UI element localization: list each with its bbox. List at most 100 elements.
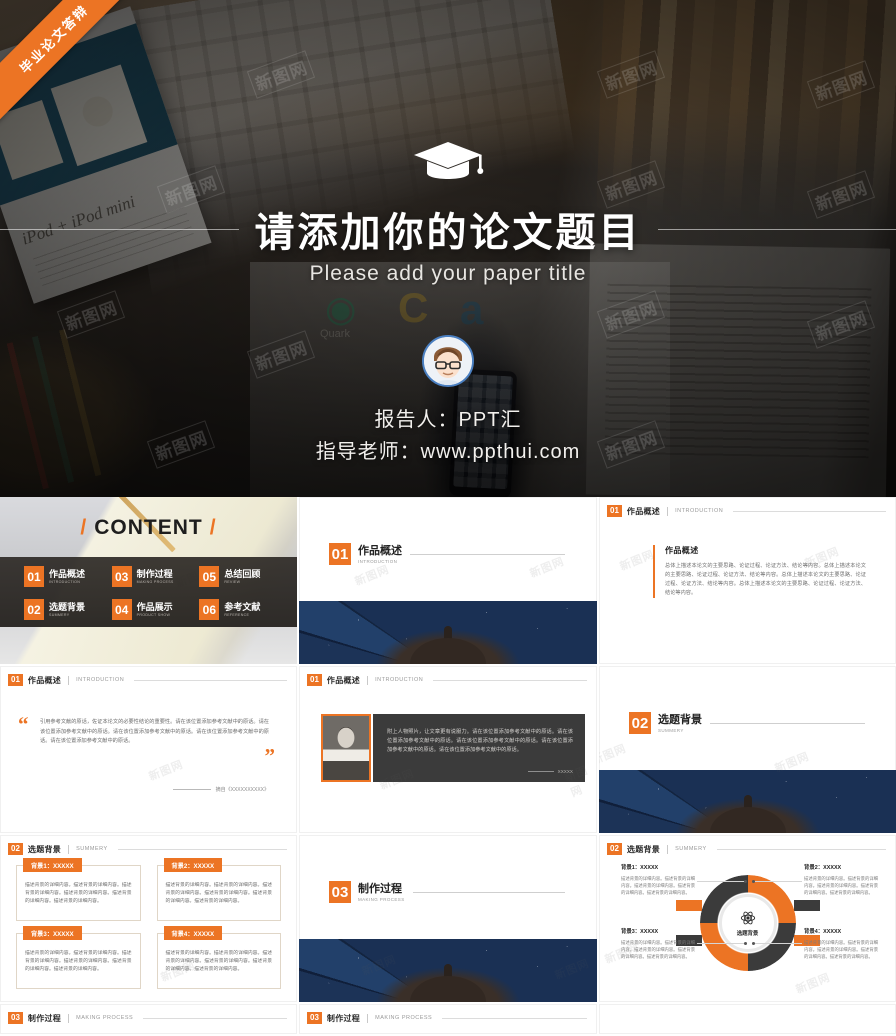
- content-item-03[interactable]: 03 制作过程MAKING PROCESS: [112, 563, 196, 590]
- box-caption: 背景4：XXXXX: [164, 926, 223, 940]
- slide-quote[interactable]: 01 作品概述 INTRODUCTION “ 引用参考文献的原话，佐证本论文的必…: [0, 666, 297, 833]
- header-label: 制作过程: [327, 1013, 360, 1024]
- leader-line-1: [697, 881, 745, 882]
- box-body: 描述背景的详细内容。描述背景的详细内容。描述背景的详细内容。描述背景的详细内容。…: [25, 882, 132, 906]
- header-label: 选题背景: [627, 844, 660, 855]
- circle-item-4[interactable]: 背景4：XXXXX 描述背景的详细内容。描述背景的详细内容。描述背景的详细内容。…: [804, 927, 878, 960]
- content-item-sublabel: PRODUCT SHOW: [137, 613, 173, 617]
- divider-rule: [710, 723, 865, 724]
- content-item-02[interactable]: 02 选题背景SUMMERY: [24, 596, 108, 623]
- content-item-sublabel: REVIEW: [224, 580, 260, 584]
- header-number: 02: [607, 843, 622, 855]
- hero-meta-block: 报告人：PPT汇 指导老师：www.ppthui.com: [0, 404, 896, 468]
- slide-divider-02[interactable]: 02 选题背景 SUMMERY 新图网 新图网: [599, 666, 896, 833]
- watermark-text: 新图网: [352, 561, 391, 589]
- slide-divider-03[interactable]: 03 制作过程 MAKING PROCESS 新图网 新图网: [299, 835, 597, 1002]
- circle-item-3[interactable]: 背景3：XXXXX 描述背景的详细内容。描述背景的详细内容。描述背景的详细内容。…: [621, 927, 695, 960]
- graduation-cap-icon: [411, 140, 485, 186]
- header-number: 01: [607, 505, 622, 517]
- content-item-04[interactable]: 04 作品展示PRODUCT SHOW: [112, 596, 196, 623]
- leader-line-2: [754, 881, 802, 882]
- background-box-4[interactable]: 背景4：XXXXX 描述背景的详细内容。描述背景的详细内容。描述背景的详细内容。…: [157, 933, 282, 989]
- header-sublabel: INTRODUCTION: [76, 677, 124, 683]
- slide-header: 03 制作过程 MAKING PROCESS: [8, 1012, 287, 1024]
- umbrella-tip: [444, 626, 452, 642]
- leader-line-3: [697, 943, 745, 944]
- background-box-1[interactable]: 背景1：XXXXX 描述背景的详细内容。描述背景的详细内容。描述背景的详细内容。…: [16, 865, 141, 921]
- watermark-text: 新图网: [146, 756, 185, 784]
- divider-sublabel: SUMMERY: [658, 728, 702, 733]
- content-item-number: 02: [24, 599, 44, 620]
- page-subtitle: Please add your paper title: [0, 262, 896, 286]
- background-box-grid: 背景1：XXXXX 描述背景的详细内容。描述背景的详细内容。描述背景的详细内容。…: [16, 865, 281, 989]
- content-item-05[interactable]: 05 总结回顾REVIEW: [199, 563, 283, 590]
- header-number: 03: [8, 1012, 23, 1024]
- slide-circle-diagram[interactable]: 02 选题背景 SUMMERY: [599, 835, 896, 1002]
- circle-item-body: 描述背景的详细内容。描述背景的详细内容。描述背景的详细内容。描述背景的详细内容。…: [621, 939, 695, 960]
- box-body: 描述背景的详细内容。描述背景的详细内容。描述背景的详细内容。描述背景的详细内容。…: [25, 950, 132, 974]
- atom-icon: [740, 910, 756, 926]
- attribution-dash: [173, 789, 211, 790]
- slide-header: 01 作品概述 INTRODUCTION: [307, 674, 587, 686]
- portrait-body: 附上人物照片，让文章更有说服力。请在该位置添加参考文献中的原话。请在该位置添加参…: [387, 728, 573, 755]
- content-item-number: 03: [112, 566, 132, 587]
- circle-item-2[interactable]: 背景2：XXXXX 描述背景的详细内容。描述背景的详细内容。描述背景的详细内容。…: [804, 863, 878, 896]
- umbrella-hub: [710, 807, 786, 833]
- box-body: 描述背景的详细内容。描述背景的详细内容。描述背景的详细内容。描述背景的详细内容。…: [166, 882, 273, 906]
- header-sublabel: INTRODUCTION: [675, 508, 723, 514]
- slide-header: 02 选题背景 SUMMERY: [607, 843, 886, 855]
- divider-text: 制作过程 MAKING PROCESS: [358, 883, 405, 902]
- content-item-label: 制作过程: [137, 569, 174, 579]
- content-heading: /CONTENT/: [0, 516, 297, 540]
- header-rule: [733, 511, 886, 512]
- slide-partial-right[interactable]: [599, 1004, 896, 1034]
- box-body: 描述背景的详细内容。描述背景的详细内容。描述背景的详细内容。描述背景的详细内容。…: [166, 950, 273, 974]
- circle-item-title: 背景3：XXXXX: [621, 927, 695, 935]
- slide-content-overview[interactable]: /CONTENT/ 01 作品概述INTRODUCTION 03 制作过程MAK…: [0, 497, 297, 664]
- content-item-sublabel: MAKING PROCESS: [137, 580, 174, 584]
- slide-portrait-quote[interactable]: 01 作品概述 INTRODUCTION 附上人物照片，让文章更有说服力。请在该…: [299, 666, 597, 833]
- background-box-3[interactable]: 背景3：XXXXX 描述背景的详细内容。描述背景的详细内容。描述背景的详细内容。…: [16, 933, 141, 989]
- attribution-dash: [528, 771, 554, 772]
- header-rule: [143, 1018, 287, 1019]
- content-item-list: 01 作品概述INTRODUCTION 03 制作过程MAKING PROCES…: [24, 563, 283, 623]
- content-item-number: 06: [199, 599, 219, 620]
- content-item-06[interactable]: 06 参考文献REFERENCE: [199, 596, 283, 623]
- header-rule: [134, 680, 287, 681]
- divider-number: 03: [329, 881, 351, 903]
- page-title: 请添加你的论文题目: [239, 200, 658, 258]
- divider-title-01: 01 作品概述 INTRODUCTION: [329, 543, 565, 565]
- quote-body: 引用参考文献的原话，佐证本论文的必要性结论的重要性。请在该位置添加参考文献中的原…: [40, 718, 269, 747]
- content-item-01[interactable]: 01 作品概述INTRODUCTION: [24, 563, 108, 590]
- header-label: 作品概述: [28, 675, 61, 686]
- content-item-number: 01: [24, 566, 44, 587]
- header-separator: [68, 676, 69, 685]
- slide-partial-middle[interactable]: 03 制作过程 MAKING PROCESS: [299, 1004, 597, 1034]
- header-number: 01: [307, 674, 322, 686]
- umbrella-hub: [410, 638, 486, 664]
- slide-row: 01 作品概述 INTRODUCTION “ 引用参考文献的原话，佐证本论文的必…: [0, 666, 896, 833]
- circle-item-title: 背景1：XXXXX: [621, 863, 695, 871]
- attribution-text: XXXXX: [558, 769, 573, 774]
- watermark-text: 新图网: [617, 546, 656, 574]
- umbrella-photo: [299, 601, 597, 664]
- header-sublabel: INTRODUCTION: [375, 677, 423, 683]
- slide-grid: /CONTENT/ 01 作品概述INTRODUCTION 03 制作过程MAK…: [0, 497, 896, 1036]
- slide-partial-left[interactable]: 03 制作过程 MAKING PROCESS: [0, 1004, 297, 1034]
- slide-background-boxes[interactable]: 02 选题背景 SUMMERY 背景1：XXXXX 描述背景的详细内容。描述背景…: [0, 835, 297, 1002]
- header-separator: [667, 845, 668, 854]
- slide-divider-01[interactable]: 01 作品概述 INTRODUCTION 新图网 新图网: [299, 497, 597, 664]
- circle-item-1[interactable]: 背景1：XXXXX 描述背景的详细内容。描述背景的详细内容。描述背景的详细内容。…: [621, 863, 695, 896]
- slide-header: 03 制作过程 MAKING PROCESS: [307, 1012, 587, 1024]
- slide-overview-text[interactable]: 01 作品概述 INTRODUCTION 作品概述 总体上描述本论文的主要思路、…: [599, 497, 896, 664]
- box-caption: 背景1：XXXXX: [23, 858, 82, 872]
- presenter-line: 报告人：PPT汇: [0, 404, 896, 436]
- divider-title-02: 02 选题背景 SUMMERY: [629, 712, 865, 734]
- diagram-center-label: 选题背景: [737, 929, 759, 937]
- quote-close-icon: ”: [265, 744, 276, 769]
- background-box-2[interactable]: 背景2：XXXXX 描述背景的详细内容。描述背景的详细内容。描述背景的详细内容。…: [157, 865, 282, 921]
- divider-text: 选题背景 SUMMERY: [658, 714, 702, 733]
- quote-attribution: 摘自《XXXXXXXXXX》: [173, 786, 269, 793]
- header-rule: [442, 1018, 587, 1019]
- divider-label: 制作过程: [358, 883, 405, 895]
